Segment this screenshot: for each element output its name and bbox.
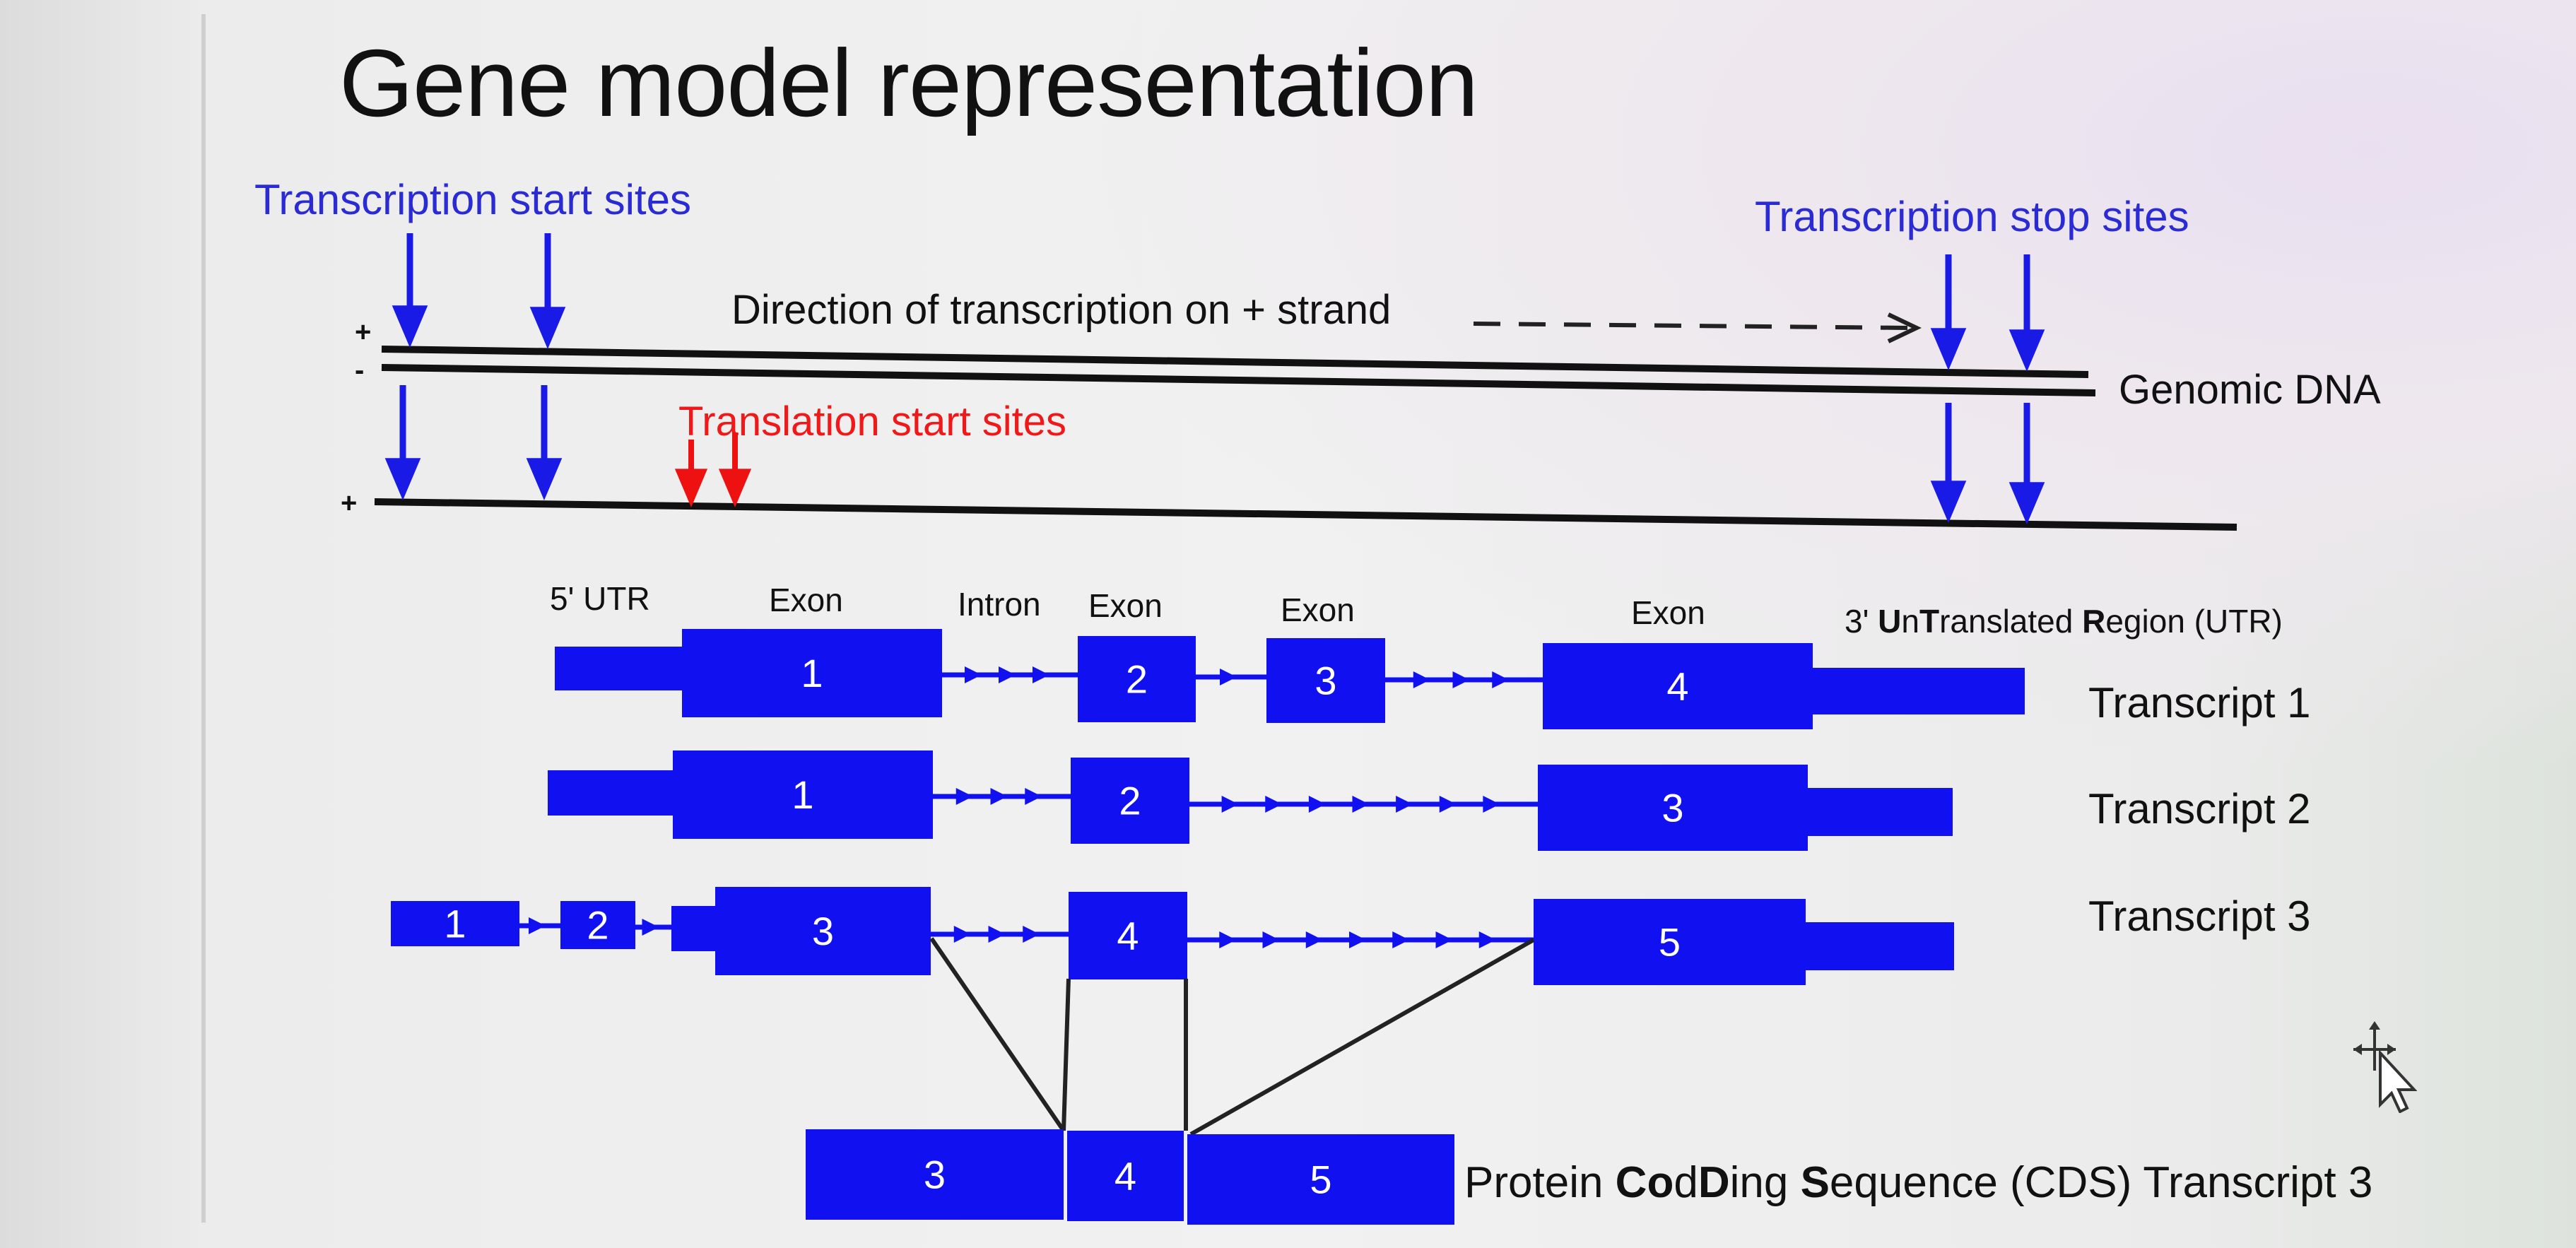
gene-model-diagram: 1 2 3 4 1 2 3 1 2 3 4 5 3 4 5 [374,233,2237,1225]
red-site-arrow [718,432,752,507]
transcript-1-model: 1 2 3 4 [555,629,2025,729]
exon-block: 4 [1069,892,1187,979]
blue-site-arrow [384,385,421,500]
move-cursor-icon [2353,1021,2418,1117]
intron-line [1189,796,1538,813]
blue-site-arrow [1930,254,1967,370]
exon-block: 1 [682,629,942,717]
exon-number: 5 [1310,1158,1331,1202]
exon-block: 5 [1534,899,1806,985]
exon-number: 2 [1126,657,1148,702]
transcript-3-model: 1 2 3 4 5 [391,887,1954,985]
exon-block: 1 [673,750,933,839]
exon-number: 4 [1114,1154,1136,1199]
red-site-arrow [674,440,708,507]
exon-block: 3 [715,887,931,975]
blue-site-arrow [392,233,428,348]
cds-exon-block: 3 [806,1129,1064,1220]
mrna-line [374,498,2237,531]
direction-arrow [1473,312,1922,343]
blue-site-arrow [529,233,566,349]
exon-number: 3 [1315,659,1336,703]
exon-number: 1 [801,651,823,695]
exon-number: 1 [792,772,813,817]
cds-mapping-lines [929,937,1535,1136]
blue-site-arrow [526,385,563,500]
blue-site-arrow [2009,403,2045,524]
exon-number: 4 [1117,914,1139,958]
exon-block: 2 [1078,636,1196,722]
exon-block: 3 [1266,638,1385,723]
utr3-block [1809,668,2025,714]
intron-line [931,926,1069,943]
exon-number: 5 [1659,920,1681,965]
cds-transcript-3: 3 4 5 [806,1129,1454,1225]
exon-number: 2 [587,903,608,948]
intron-line [519,917,560,934]
exon-block: 3 [1538,765,1808,851]
exon-number: 4 [1666,664,1688,709]
translation-start-arrows [674,432,752,507]
intron-line [635,919,671,936]
exon-number: 1 [444,902,466,946]
utr3-block [1802,922,1954,970]
exon-number: 2 [1119,779,1141,823]
intron-line [942,666,1078,683]
utr5-block [555,647,686,690]
exon-number: 3 [1662,786,1683,830]
intron-line [1187,931,1534,948]
blue-site-arrow [1930,403,1967,523]
exon-block: 2 [560,901,635,949]
intron-line [933,788,1071,805]
exon-number: 3 [924,1153,946,1197]
utr3-block [1804,788,1953,836]
cds-exon-block: 4 [1067,1131,1184,1221]
transcripts: 1 2 3 4 1 2 3 1 2 3 4 5 [391,629,2025,985]
blue-site-arrow [2009,254,2045,372]
exon-number: 3 [812,909,834,953]
exon-block: 4 [1543,643,1813,729]
intron-line [1196,669,1266,685]
utr5-block [548,770,676,816]
intron-line [1385,671,1543,688]
exon-block: 1 [391,901,519,946]
utr5-block [671,906,721,951]
cds-exon-block: 5 [1187,1134,1454,1225]
exon-block: 2 [1071,758,1189,844]
transcript-2-model: 1 2 3 [548,750,1953,851]
